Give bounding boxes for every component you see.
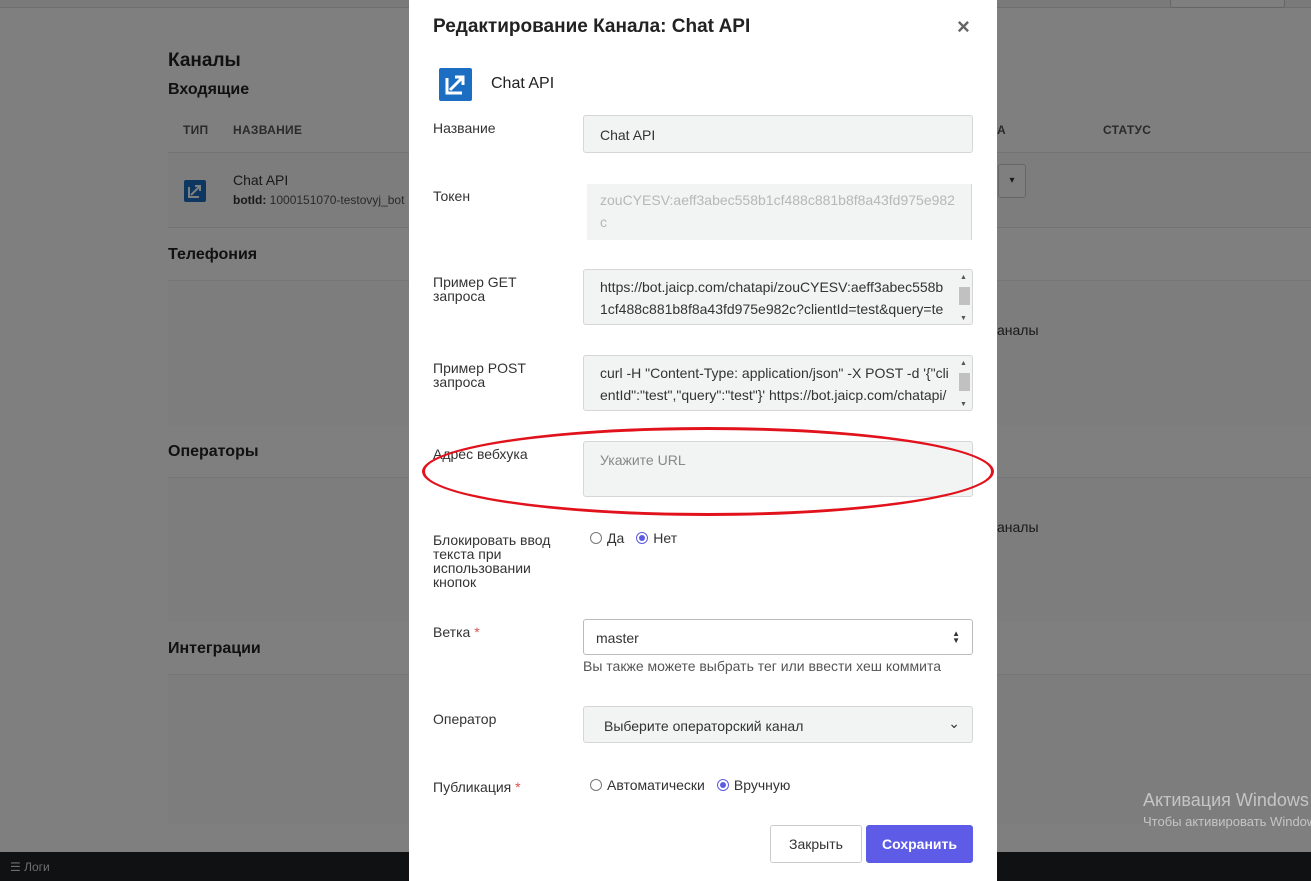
token-field[interactable]: zouCYESV:aeff3abec558b1cf488c881b8f8a43f… [587, 184, 972, 240]
branch-label: Ветка * [433, 625, 563, 639]
get-example-scrollbar[interactable]: ▲ ▼ [958, 273, 970, 323]
chat-api-logo-icon [439, 68, 472, 101]
publication-manual-option[interactable]: Вручную [716, 777, 791, 793]
name-label: Название [433, 120, 496, 136]
branch-hint: Вы также можете выбрать тег или ввести х… [583, 658, 942, 674]
branch-required-mark: * [474, 624, 480, 640]
post-example-text: curl -H "Content-Type: application/json"… [600, 365, 949, 410]
get-example-textarea[interactable]: https://bot.jaicp.com/chatapi/zouCYESV:a… [583, 269, 973, 325]
block-input-label: Блокировать ввод текста при использовани… [433, 532, 551, 590]
webhook-field-wrapper [583, 441, 973, 497]
publication-label: Публикация * [433, 780, 563, 794]
block-input-yes-option[interactable]: Да [590, 530, 624, 546]
publication-required-mark: * [515, 779, 521, 795]
edit-channel-modal: Редактирование Канала: Chat API × Chat A… [409, 0, 997, 881]
windows-activation-line1: Активация Windows [1143, 790, 1309, 810]
token-value: zouCYESV:aeff3abec558b1cf488c881b8f8a43f… [600, 192, 955, 230]
block-input-no-option[interactable]: Нет [636, 530, 677, 546]
operator-value: Выберите операторский канал [604, 718, 804, 734]
post-example-textarea[interactable]: curl -H "Content-Type: application/json"… [583, 355, 973, 411]
webhook-url-input[interactable] [584, 442, 972, 478]
webhook-label: Адрес вебхука [433, 446, 528, 462]
get-example-label: Пример GET запроса [433, 274, 517, 304]
operator-select[interactable]: Выберите операторский канал ⌄ [583, 706, 973, 743]
branch-select[interactable]: master ▲ ▼ [583, 619, 973, 655]
windows-activation-watermark: Активация Windows Чтобы активировать Win… [1143, 790, 1311, 829]
post-example-scrollbar[interactable]: ▲ ▼ [958, 359, 970, 409]
close-icon[interactable]: × [957, 14, 970, 40]
radio-yes-label: Да [607, 530, 625, 546]
channel-name: Chat API [491, 75, 555, 92]
radio-yes[interactable] [590, 532, 602, 544]
token-label: Токен [433, 188, 471, 204]
radio-no-label: Нет [653, 530, 678, 546]
close-button[interactable]: Закрыть [770, 825, 862, 863]
post-example-label: Пример POST запроса [433, 360, 526, 390]
radio-manual-label: Вручную [733, 777, 791, 793]
radio-auto[interactable] [590, 779, 602, 791]
branch-value: master [596, 630, 639, 646]
save-button[interactable]: Сохранить [866, 825, 973, 863]
name-field[interactable]: Chat API [583, 115, 973, 153]
windows-activation-line2: Чтобы активировать Windows [1143, 814, 1311, 829]
sort-arrows-icon: ▲ ▼ [952, 629, 960, 645]
publication-label-text: Публикация [433, 779, 512, 795]
publication-radio-group: Автоматически Вручную [590, 777, 802, 793]
chevron-down-icon: ⌄ [948, 715, 960, 731]
publication-auto-option[interactable]: Автоматически [590, 777, 705, 793]
radio-manual[interactable] [716, 779, 729, 791]
radio-auto-label: Автоматически [607, 777, 705, 793]
modal-title: Редактирование Канала: Chat API [433, 16, 751, 37]
radio-no[interactable] [636, 532, 649, 544]
operator-label: Оператор [433, 711, 497, 727]
get-example-text: https://bot.jaicp.com/chatapi/zouCYESV:a… [600, 279, 944, 324]
branch-label-text: Ветка [433, 624, 471, 640]
block-input-radio-group: Да Нет [590, 530, 689, 546]
